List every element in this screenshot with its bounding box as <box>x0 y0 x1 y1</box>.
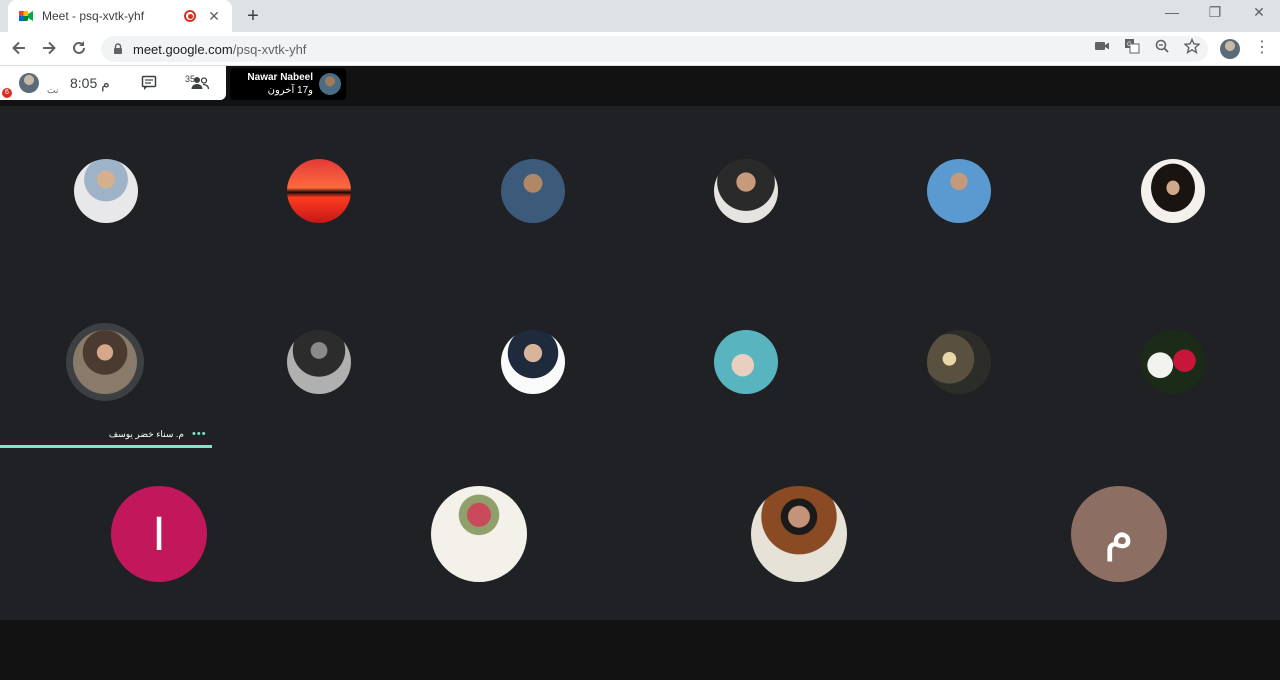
minimize-button[interactable]: — <box>1162 4 1182 20</box>
participant-avatar[interactable] <box>287 159 351 223</box>
participant-avatar[interactable] <box>751 486 847 582</box>
presenter-chip[interactable]: Nawar Nabeel و17 آخرون <box>230 68 346 100</box>
tab-close-icon[interactable]: ✕ <box>206 8 222 25</box>
participant-avatar[interactable] <box>74 159 138 223</box>
new-tab-button[interactable]: + <box>243 5 263 28</box>
participant-avatar[interactable] <box>501 330 565 394</box>
people-icon[interactable] <box>191 76 209 90</box>
participant-avatar[interactable] <box>287 330 351 394</box>
svg-text:G: G <box>1127 41 1132 48</box>
google-meet-icon <box>19 11 33 21</box>
meeting-time: 8:05 م <box>70 75 110 91</box>
participant-avatar[interactable] <box>714 330 778 394</box>
tab-strip: Meet - psq-xvtk-yhf ✕ + — ❐ ✕ <box>0 0 1280 32</box>
restore-button[interactable]: ❐ <box>1205 4 1225 21</box>
camera-icon[interactable] <box>1094 38 1110 54</box>
avatar-initial: م <box>1104 508 1134 561</box>
participant-avatar[interactable] <box>431 486 527 582</box>
profile-avatar[interactable] <box>1220 39 1240 59</box>
recording-indicator-icon <box>184 10 196 22</box>
translate-icon[interactable]: G <box>1124 38 1140 54</box>
active-speaker-nametag: ••• م. سناء خضر يوسف <box>0 428 212 442</box>
lock-icon <box>114 43 122 54</box>
participant-avatar-initial[interactable]: I <box>111 486 207 582</box>
meeting-info-bar: 6 نت 8:05 م 35 <box>0 66 226 100</box>
chat-icon[interactable] <box>141 75 157 91</box>
participant-avatar[interactable] <box>927 330 991 394</box>
active-speaker-bar <box>0 445 212 448</box>
participant-grid: ••• م. سناء خضر يوسف I م <box>0 106 1280 620</box>
self-label: نت <box>47 85 59 95</box>
forward-arrow-icon[interactable] <box>39 38 59 58</box>
avatar-initial: I <box>152 507 166 561</box>
close-window-button[interactable]: ✕ <box>1249 4 1269 21</box>
url-text: meet.google.com/psq-xvtk-yhf <box>133 42 306 57</box>
zoom-icon[interactable] <box>1154 38 1170 54</box>
participant-avatar[interactable] <box>73 330 137 394</box>
notification-badge: 6 <box>2 88 12 98</box>
participant-avatar[interactable] <box>714 159 778 223</box>
speaker-options-icon[interactable]: ••• <box>192 428 207 440</box>
participant-avatar[interactable] <box>1141 159 1205 223</box>
meet-stage: 6 نت 8:05 م 35 Nawar Nabeel و17 آخرون ••… <box>0 66 1280 680</box>
participant-avatar[interactable] <box>927 159 991 223</box>
url-host: meet.google.com <box>133 41 233 57</box>
participant-avatar-initial[interactable]: م <box>1071 486 1167 582</box>
presenter-avatar <box>319 73 341 95</box>
active-speaker-name: م. سناء خضر يوسف <box>108 429 184 439</box>
participant-avatar[interactable] <box>501 159 565 223</box>
bottom-bar <box>0 620 1280 680</box>
browser-toolbar: meet.google.com/psq-xvtk-yhf G <box>0 32 1280 66</box>
back-arrow-icon[interactable] <box>9 38 29 58</box>
url-path: /psq-xvtk-yhf <box>232 41 307 57</box>
self-avatar[interactable] <box>19 73 39 93</box>
bookmark-star-icon[interactable] <box>1184 38 1200 54</box>
presenter-name: Nawar Nabeel <box>247 72 313 83</box>
browser-tab-meet[interactable]: Meet - psq-xvtk-yhf ✕ <box>8 0 232 32</box>
participant-avatar[interactable] <box>1141 330 1205 394</box>
reload-icon[interactable] <box>69 38 89 58</box>
address-bar[interactable]: meet.google.com/psq-xvtk-yhf <box>101 36 1208 62</box>
tab-title: Meet - psq-xvtk-yhf <box>42 9 145 23</box>
presenter-others: و17 آخرون <box>267 85 313 96</box>
browser-menu-icon[interactable]: ⋮ <box>1254 39 1270 57</box>
